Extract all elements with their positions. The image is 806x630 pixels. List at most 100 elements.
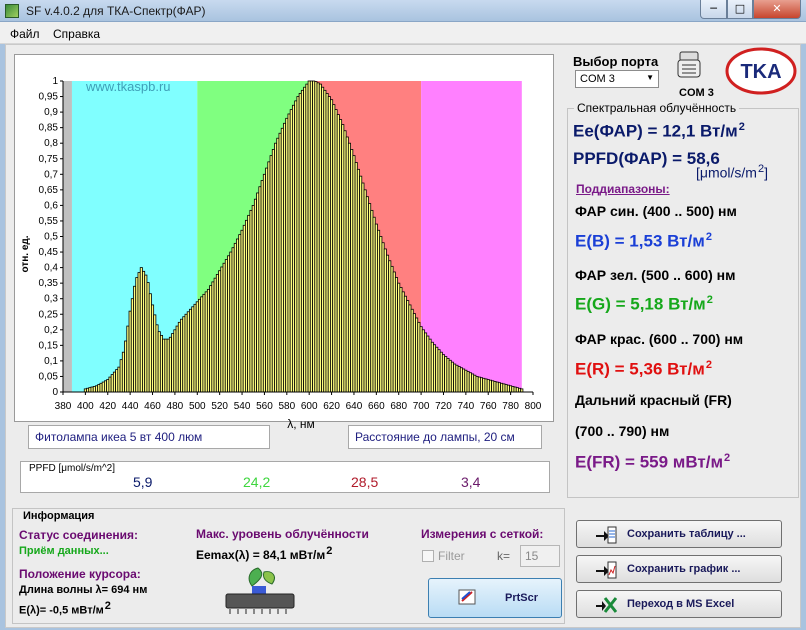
x-axis-label: λ, нм (287, 417, 315, 431)
y-tick-label: 0,75 (39, 154, 59, 165)
maximize-button[interactable]: □ (727, 0, 753, 19)
er-sup: 2 (705, 359, 712, 371)
spectrum-chart[interactable]: www.tkaspb.ru 0 0,05 0,1 0,15 0,2 0,25 0,3 0,35 0… (14, 54, 554, 434)
emax-text: Eemax(λ) = 84,1 мВт/м (196, 548, 326, 562)
efr-value: E(FR) = 559 мВт/м2 (575, 452, 730, 473)
logo-text: TKA (740, 61, 781, 83)
x-tick-label: 380 (55, 401, 72, 412)
emax-sup: 2 (326, 545, 333, 557)
y-tick-label: 1 (52, 76, 58, 87)
menu-help[interactable]: Справка (53, 27, 100, 41)
lamp-description: Фитолампа икеа 5 вт 400 люм (28, 425, 270, 449)
window-title: SF v.4.0.2 для ТКА-Спектр(ФАР) (26, 4, 206, 18)
status-value: Приём данных... (19, 545, 109, 557)
prtscr-label: PrtScr (505, 592, 539, 604)
x-tick-label: 420 (99, 401, 116, 412)
y-tick-label: 0,05 (39, 371, 59, 382)
watermark-text: www.tkaspb.ru (85, 79, 171, 94)
close-button[interactable]: ✕ (753, 0, 801, 19)
band-far-red (421, 81, 522, 392)
tka-logo: TKA (725, 47, 797, 95)
save-graph-label: Сохранить график ... (627, 563, 741, 575)
x-tick-label: 660 (368, 401, 385, 412)
y-tick-label: 0,9 (44, 107, 58, 118)
ppfd-unit-text: [μmol/s/m (696, 164, 757, 181)
com-port-icon (677, 51, 701, 78)
save-table-label: Сохранить таблицу ... (627, 528, 746, 540)
y-tick-label: 0,6 (44, 200, 58, 211)
y-tick-label: 0,55 (39, 216, 59, 227)
max-level-label: Макс. уровень облучённости (196, 527, 369, 541)
port-select[interactable]: COM 3 ▼ (575, 70, 659, 88)
y-tick-label: 0,65 (39, 185, 59, 196)
x-tick-label: 720 (435, 401, 452, 412)
x-tick-label: 580 (278, 401, 295, 412)
x-tick-label: 600 (301, 401, 318, 412)
port-name: COM 3 (679, 87, 714, 99)
ppfd-far-red-value: 3,4 (461, 474, 481, 490)
save-graph-icon (596, 561, 617, 579)
save-graph-button[interactable]: Сохранить график ... (576, 555, 782, 583)
y-tick-label: 0,45 (39, 247, 59, 258)
y-axis-label: отн. ед. (20, 235, 31, 272)
e-lambda-value: E(λ)= -0,5 мВт/м2 (19, 600, 111, 617)
x-tick-label: 780 (502, 401, 519, 412)
x-tick-label: 680 (390, 401, 407, 412)
save-table-button[interactable]: Сохранить таблицу ... (576, 520, 782, 548)
x-tick-label: 440 (122, 401, 139, 412)
menu-file[interactable]: Файл (10, 27, 40, 41)
efr-text: E(FR) = 559 мВт/м (575, 452, 724, 472)
ppfd-title: PPFD [μmol/s/m^2] (29, 463, 116, 474)
y-tick-label: 0,1 (44, 356, 58, 367)
ppfd-green-value: 24,2 (243, 474, 271, 490)
status-label: Статус соединения: (19, 528, 138, 542)
red-range-label: ФАР крас. (600 .. 700) нм (575, 331, 744, 347)
y-tick-label: 0,15 (39, 340, 59, 351)
save-table-icon (596, 526, 617, 544)
y-tick-label: 0,35 (39, 278, 59, 289)
x-tick-label: 640 (346, 401, 363, 412)
k-label: k= (497, 549, 511, 563)
er-value: E(R) = 5,36 Вт/м2 (575, 359, 712, 380)
filter-checkbox[interactable] (422, 550, 434, 562)
x-tick-label: 480 (167, 401, 184, 412)
excel-button[interactable]: Переход в MS Excel (576, 590, 782, 618)
spectral-title: Спектральная облучённость (574, 101, 740, 115)
y-tick-label: 0 (52, 387, 58, 398)
x-tick-label: 740 (458, 401, 475, 412)
minimize-button[interactable]: ─ (700, 0, 727, 19)
y-tick-label: 0,4 (44, 263, 58, 274)
x-tick-label: 540 (234, 401, 251, 412)
y-tick-label: 0,8 (44, 138, 58, 149)
ppfd-panel: PPFD [μmol/s/m^2] 5,9 24,2 28,5 3,4 (20, 461, 550, 493)
x-tick-label: 560 (256, 401, 273, 412)
efr-sup: 2 (724, 452, 731, 464)
eb-sup: 2 (705, 231, 712, 243)
ppfd-blue-value: 5,9 (133, 474, 153, 490)
y-tick-label: 0,95 (39, 92, 59, 103)
distance-description: Расстояние до лампы, 20 см (348, 425, 542, 449)
eb-value: E(B) = 1,53 Вт/м2 (575, 231, 712, 252)
x-tick-label: 800 (525, 401, 542, 412)
subranges-heading: Поддиапазоны: (576, 182, 670, 196)
x-tick-label: 760 (480, 401, 497, 412)
chevron-down-icon: ▼ (646, 73, 654, 82)
app-icon (5, 4, 19, 18)
y-tick-label: 0,5 (44, 232, 58, 243)
port-label: Выбор порта (573, 54, 659, 69)
wavelength-value: Длина волны λ= 694 нм (19, 584, 148, 596)
band-gray (63, 81, 72, 392)
y-tick-label: 0,7 (44, 169, 58, 180)
ppfd-par-unit: [μmol/s/m2] (696, 163, 768, 181)
ppfd-red-value: 28,5 (351, 474, 379, 490)
y-tick-label: 0,25 (39, 309, 59, 320)
ee-par-sup: 2 (738, 121, 745, 133)
chip-leaf-icon (225, 567, 295, 614)
ee-par-text: Ee(ФАР) = 12,1 Вт/м (573, 121, 738, 141)
prtscr-button[interactable]: PrtScr (428, 578, 562, 618)
eg-sup: 2 (706, 294, 713, 306)
x-tick-label: 400 (77, 401, 94, 412)
grid-measure-label: Измерения с сеткой: (421, 527, 544, 541)
k-input[interactable]: 15 (520, 545, 560, 567)
port-select-value: COM 3 (580, 73, 615, 85)
